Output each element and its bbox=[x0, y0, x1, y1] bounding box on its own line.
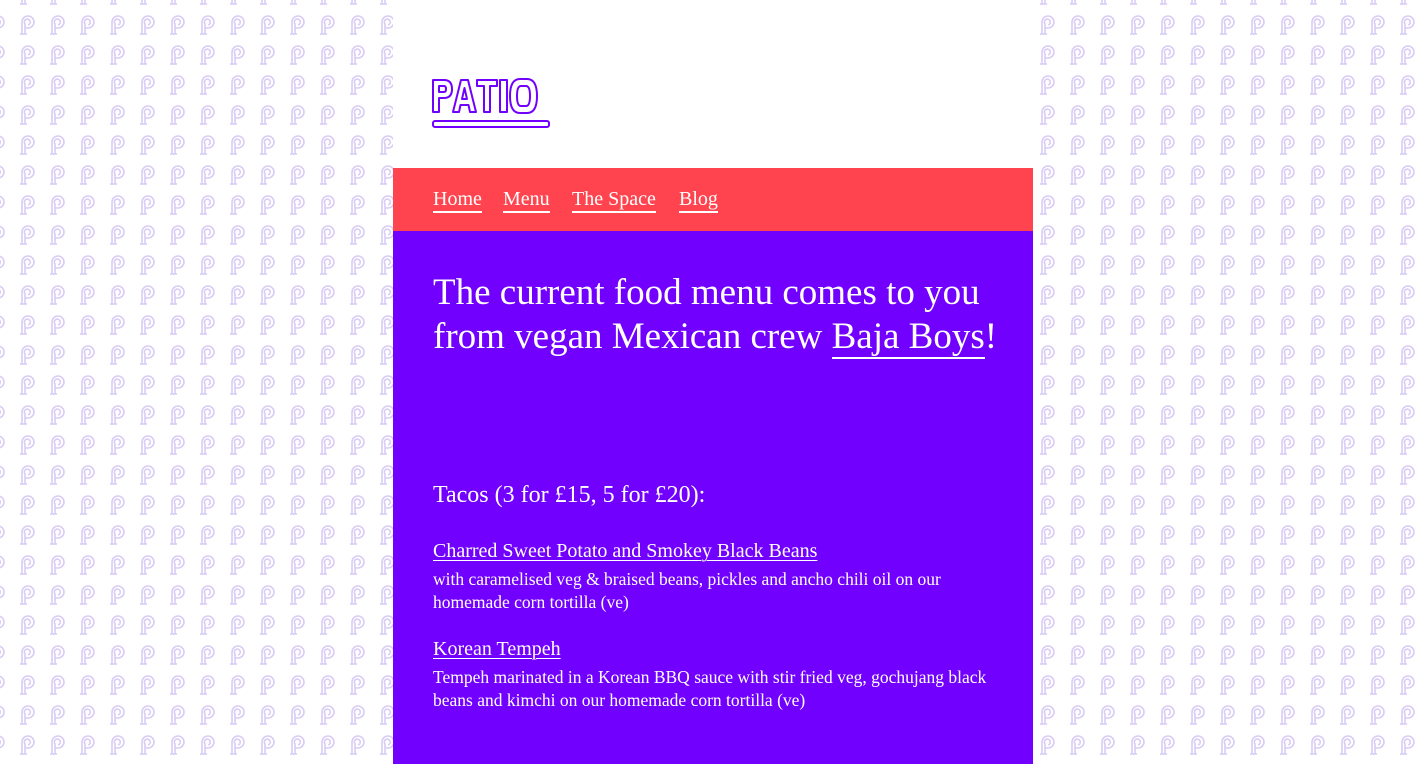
nav-link-home[interactable]: Home bbox=[433, 188, 482, 213]
patio-logo[interactable] bbox=[432, 76, 552, 130]
tacos-section-title: Tacos (3 for £15, 5 for £20): bbox=[433, 482, 706, 508]
nav-link-menu[interactable]: Menu bbox=[503, 188, 550, 213]
nav-link-blog[interactable]: Blog bbox=[679, 188, 718, 213]
baja-boys-link[interactable]: Baja Boys bbox=[831, 316, 985, 359]
menu-content: The current food menu comes to you from … bbox=[393, 231, 1033, 764]
menu-item-name[interactable]: Korean Tempeh bbox=[433, 637, 561, 661]
page-headline: The current food menu comes to you from … bbox=[433, 271, 1013, 359]
menu-item-name[interactable]: Charred Sweet Potato and Smokey Black Be… bbox=[433, 539, 817, 563]
site-header bbox=[393, 0, 1033, 168]
headline-suffix: ! bbox=[984, 316, 998, 357]
page-container: Home Menu The Space Blog The current foo… bbox=[393, 0, 1033, 764]
menu-item-description: Tempeh marinated in a Korean BBQ sauce w… bbox=[433, 667, 987, 710]
menu-item-description: with caramelised veg & braised beans, pi… bbox=[433, 569, 941, 612]
nav-link-the-space[interactable]: The Space bbox=[572, 188, 656, 213]
main-nav: Home Menu The Space Blog bbox=[393, 168, 1033, 231]
